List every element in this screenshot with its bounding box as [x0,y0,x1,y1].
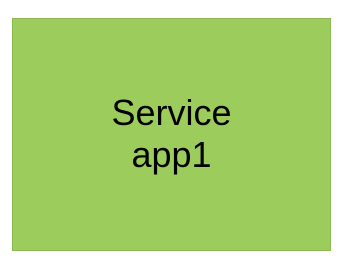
service-label: Service [111,91,232,133]
app-name-label: app1 [131,133,212,175]
service-app1-box: Service app1 [12,18,331,251]
